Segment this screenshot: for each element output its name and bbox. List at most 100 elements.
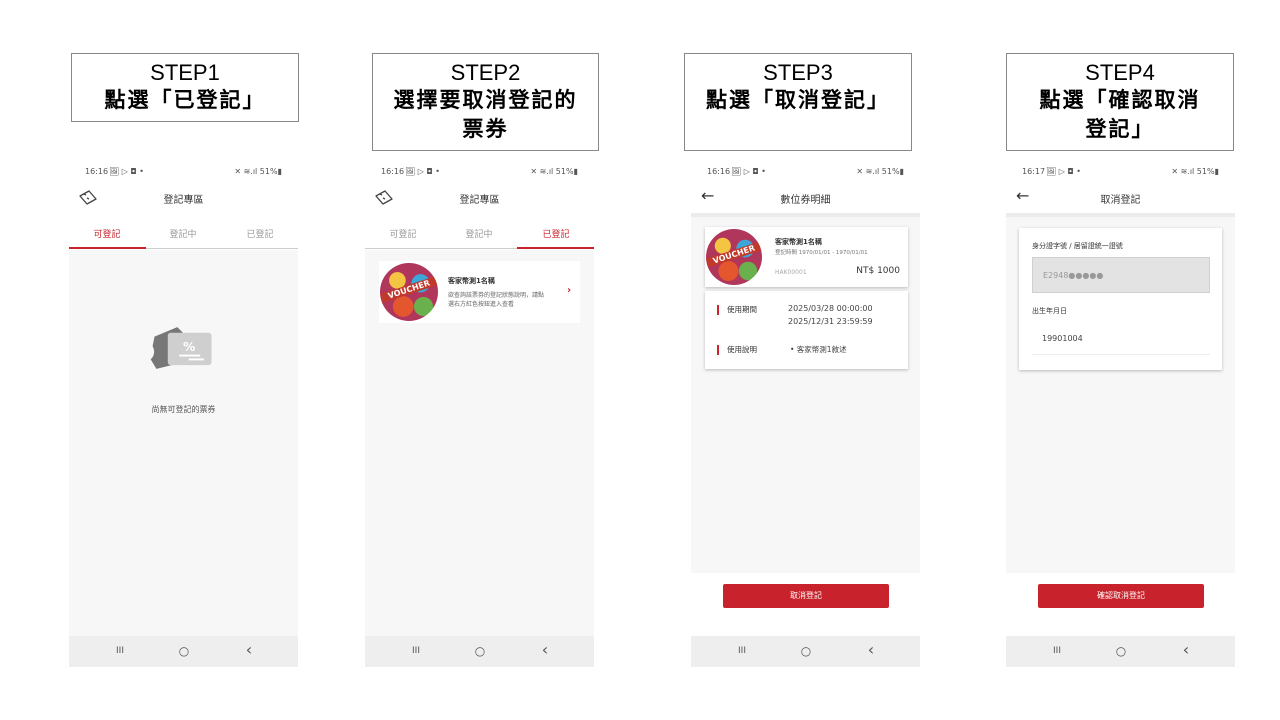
status-notification-icons: 🖼 ▷ ◘ • — [1046, 167, 1081, 176]
tab-registering[interactable]: 登記中 — [145, 227, 221, 240]
status-battery: ✕ ≋.ıl 51%▮ — [1171, 167, 1219, 176]
step4-caption: STEP4 點選「確認取消 登記」 — [1006, 53, 1234, 151]
home-icon[interactable]: ○ — [465, 644, 495, 658]
tab-registered[interactable]: 已登記 — [518, 227, 594, 240]
ticket-name: 客家幣測1名稱 — [775, 238, 822, 246]
content-area: % 尚無可登記的票券 — [69, 250, 298, 636]
empty-state-text: 尚無可登記的票券 — [151, 405, 216, 414]
home-icon[interactable]: ○ — [791, 644, 821, 658]
ticket-name: 客家幣測1名稱 — [448, 277, 495, 285]
status-bar: 16:16 🖼 ▷ ◘ • ✕ ≋.ıl 51%▮ — [365, 167, 594, 179]
status-notification-icons: 🖼 ▷ ◘ • — [405, 167, 440, 176]
phone-screen-3: 16:16 🖼 ▷ ◘ • ✕ ≋.ıl 51%▮ ← 數位券明細 VOUCHE… — [691, 163, 920, 667]
step3-desc: 點選「取消登記」 — [706, 88, 890, 112]
step4-desc-line2: 登記」 — [1085, 117, 1155, 141]
status-battery: ✕ ≋.ıl 51%▮ — [856, 167, 904, 176]
recent-apps-icon[interactable]: III — [401, 646, 431, 656]
app-bar: ← 數位券明細 — [691, 185, 920, 211]
page-title: 取消登記 — [1100, 195, 1141, 206]
verify-form-panel: 身分證字號 / 居留證統一證號 E2948●●●●● 出生年月日 1990100… — [1019, 228, 1222, 370]
id-field[interactable]: E2948●●●●● — [1032, 257, 1210, 293]
usage-period-label: 使用期間 — [717, 304, 757, 315]
birth-label: 出生年月日 — [1032, 307, 1067, 315]
ticket-desc-line1: 欲查詢該票券的登記狀態說明，請點 — [448, 292, 545, 299]
confirm-cancel-registration-button[interactable]: 確認取消登記 — [1038, 584, 1204, 608]
step2-caption: STEP2 選擇要取消登記的 票券 — [372, 53, 599, 151]
recent-apps-icon[interactable]: III — [1042, 646, 1072, 656]
status-notification-icons: 🖼 ▷ ◘ • — [109, 167, 144, 176]
recent-apps-icon[interactable]: III — [105, 646, 135, 656]
usage-start: 2025/03/28 00:00:00 — [788, 304, 873, 313]
divider — [1006, 213, 1235, 217]
label-bar — [717, 305, 719, 315]
back-icon[interactable]: ‹ — [530, 640, 560, 659]
status-bar: 16:16 🖼 ▷ ◘ • ✕ ≋.ıl 51%▮ — [691, 167, 920, 179]
divider — [691, 213, 920, 217]
tab-registered[interactable]: 已登記 — [222, 227, 298, 240]
id-label: 身分證字號 / 居留證統一證號 — [1032, 242, 1123, 250]
tab-registering[interactable]: 登記中 — [441, 227, 517, 240]
usage-period-label-text: 使用期間 — [727, 305, 757, 314]
tutorial-stage: STEP1 點選「已登記」 STEP2 選擇要取消登記的 票券 STEP3 點選… — [0, 0, 1280, 720]
usage-desc-label: 使用說明 — [717, 344, 757, 355]
id-field-value: E2948●●●●● — [1043, 271, 1104, 280]
ticket-price: NT$ 1000 — [856, 266, 900, 276]
page-title: 登記專區 — [459, 195, 500, 206]
tab-available[interactable]: 可登記 — [69, 227, 145, 240]
back-icon[interactable]: ‹ — [856, 640, 886, 659]
step2-desc-line1: 選擇要取消登記的 — [393, 88, 578, 112]
step1-desc: 點選「已登記」 — [104, 88, 266, 112]
cancel-registration-button[interactable]: 取消登記 — [723, 584, 889, 608]
status-bar: 16:16 🖼 ▷ ◘ • ✕ ≋.ıl 51%▮ — [69, 167, 298, 179]
usage-info-panel: 使用期間 2025/03/28 00:00:00 2025/12/31 23:5… — [705, 291, 908, 369]
status-time: 16:16 — [85, 167, 109, 176]
step3-title: STEP3 — [763, 60, 833, 85]
step1-caption: STEP1 點選「已登記」 — [71, 53, 299, 122]
tab-indicator — [517, 247, 594, 249]
status-notification-icons: 🖼 ▷ ◘ • — [731, 167, 766, 176]
usage-desc: • 客家幣測1敘述 — [790, 345, 847, 354]
ticket-code: HAK00001 — [775, 269, 807, 276]
empty-voucher-icon: % — [150, 327, 212, 369]
label-bar — [717, 345, 719, 355]
usage-desc-label-text: 使用說明 — [727, 345, 757, 354]
recent-apps-icon[interactable]: III — [727, 646, 757, 656]
page-title: 數位券明細 — [780, 195, 831, 206]
step3-caption: STEP3 點選「取消登記」 — [684, 53, 912, 151]
page-title: 登記專區 — [163, 195, 204, 206]
step4-desc-line1: 點選「確認取消 — [1039, 88, 1201, 112]
status-battery: ✕ ≋.ıl 51%▮ — [530, 167, 578, 176]
voucher-image: VOUCHER — [706, 229, 762, 285]
status-time: 16:16 — [707, 167, 731, 176]
app-bar: ← 取消登記 — [1006, 185, 1235, 211]
phone-screen-4: 16:17 🖼 ▷ ◘ • ✕ ≋.ıl 51%▮ ← 取消登記 身分證字號 /… — [1006, 163, 1235, 667]
back-icon[interactable]: ‹ — [1171, 640, 1201, 659]
status-time: 16:16 — [381, 167, 405, 176]
tab-available[interactable]: 可登記 — [365, 227, 441, 240]
ticket-summary-panel: VOUCHER 客家幣測1名稱 登記時間 1970/01/01 - 1970/0… — [705, 227, 908, 287]
back-icon[interactable]: ‹ — [234, 640, 264, 659]
app-bar: 登記專區 — [365, 185, 594, 211]
step2-desc-line2: 票券 — [462, 117, 509, 141]
android-nav-bar: III ○ ‹ — [69, 636, 298, 667]
svg-text:%: % — [183, 340, 195, 354]
usage-end: 2025/12/31 23:59:59 — [788, 317, 873, 326]
step1-title: STEP1 — [150, 60, 220, 85]
birth-field-value: 19901004 — [1042, 334, 1083, 343]
ticket-desc-line2: 選右方紅色按鈕進入查看 — [448, 301, 515, 308]
status-bar: 16:17 🖼 ▷ ◘ • ✕ ≋.ıl 51%▮ — [1006, 167, 1235, 179]
voucher-label: VOUCHER — [706, 241, 762, 268]
tab-indicator — [69, 247, 146, 249]
home-icon[interactable]: ○ — [169, 644, 199, 658]
phone-screen-2: 16:16 🖼 ▷ ◘ • ✕ ≋.ıl 51%▮ 登記專區 可登記 登記中 已… — [365, 163, 594, 667]
step4-title: STEP4 — [1085, 60, 1155, 85]
home-icon[interactable]: ○ — [1106, 644, 1136, 658]
tab-bar: 可登記 登記中 已登記 — [365, 221, 594, 249]
phone-screen-1: 16:16 🖼 ▷ ◘ • ✕ ≋.ıl 51%▮ 登記專區 可登記 登記中 已… — [69, 163, 298, 667]
ticket-period: 登記時間 1970/01/01 - 1970/01/01 — [775, 250, 868, 256]
voucher-label: VOUCHER — [380, 276, 438, 303]
birth-field[interactable]: 19901004 — [1032, 323, 1210, 355]
ticket-card[interactable]: VOUCHER 客家幣測1名稱 欲查詢該票券的登記狀態說明，請點 選右方紅色按鈕… — [379, 261, 580, 323]
app-bar: 登記專區 — [69, 185, 298, 211]
chevron-right-icon[interactable]: › — [567, 285, 571, 296]
